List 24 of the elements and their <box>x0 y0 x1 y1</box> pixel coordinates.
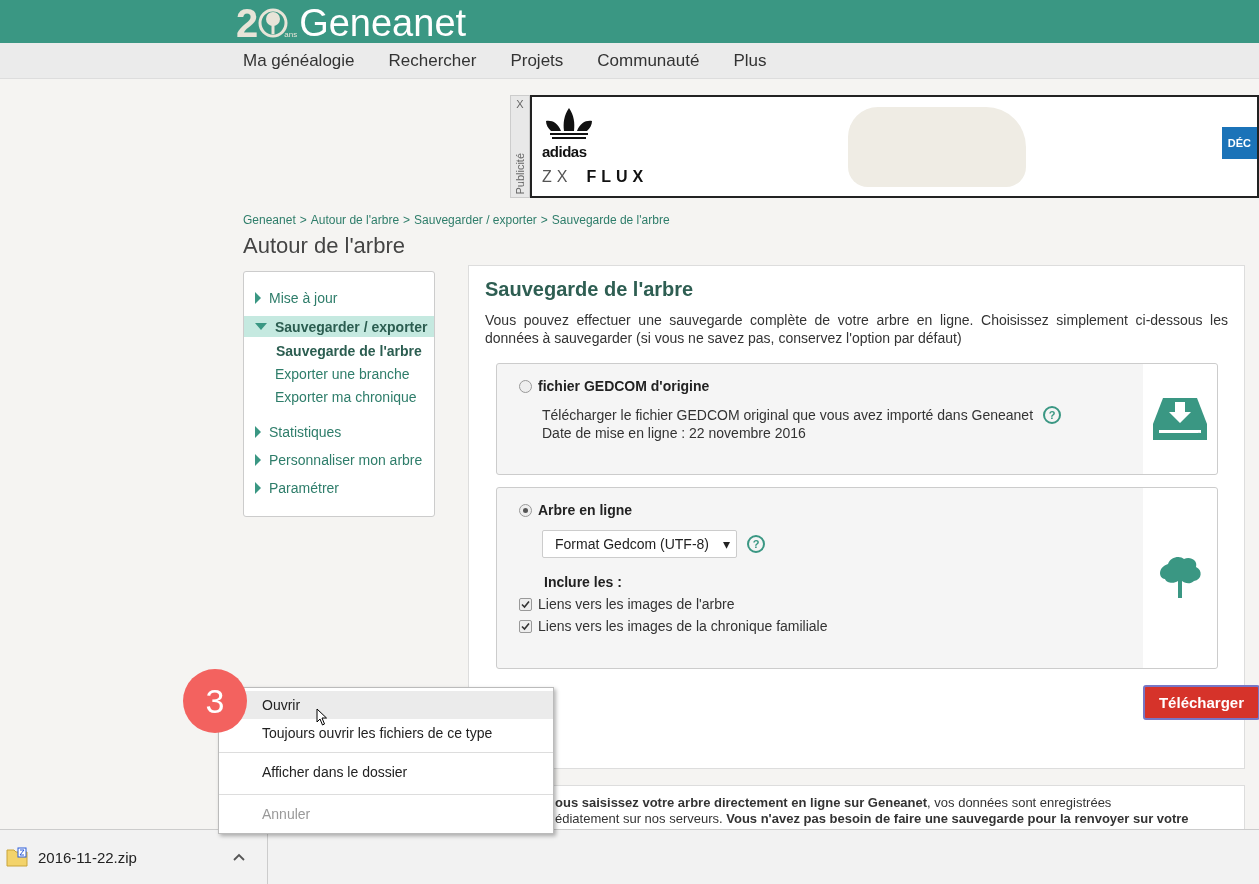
logo-number: 2 <box>236 3 259 43</box>
checkbox-label: Liens vers les images de la chronique familiale <box>538 618 828 634</box>
section-title: Sauvegarde de l'arbre <box>485 278 695 301</box>
option-label: fichier GEDCOM d'origine <box>538 378 710 394</box>
page-title: Autour de l'arbre <box>243 232 406 260</box>
info-text: édiatement sur nos serveurs. Vous n'avez pas besoin de faire une sauvegarde pour la renvoyer sur votre <box>555 811 1190 827</box>
ad-label: Publicité <box>514 153 526 195</box>
ad-product-prefix: ZX <box>542 168 573 186</box>
option-label: Arbre en ligne <box>538 502 633 518</box>
ad-product-name: FLUX <box>586 168 649 186</box>
logo-name: Geneanet <box>299 3 467 43</box>
intro-text: Vous pouvez effectuer une sauvegarde complète de votre arbre en ligne. Choisissez simplement ci-dessous les données à sauvegarder (si vous ne savez pas, conservez l'option par défaut) <box>485 311 1228 347</box>
logo-tagline: ans <box>284 30 298 39</box>
checkbox-label: Liens vers les images de l'arbre <box>538 596 735 612</box>
info-text: ous saisissez votre arbre directement en ligne sur Geneanet, vos données sont enregistrées <box>555 795 1113 811</box>
option-date: Date de mise en ligne : 22 novembre 2016 <box>542 424 807 442</box>
option-description: Télécharger le fichier GEDCOM original que vous avez importé dans Geneanet <box>542 406 1034 424</box>
breadcrumb-separator: > <box>540 213 548 227</box>
step-badge: 3 <box>183 669 247 733</box>
breadcrumb-separator: > <box>299 213 307 227</box>
include-label: Inclure les : <box>544 574 623 590</box>
breadcrumb-separator: > <box>403 213 411 227</box>
file-name: 2016-11-22.zip <box>38 848 138 866</box>
ad-brand: adidas <box>542 143 588 160</box>
